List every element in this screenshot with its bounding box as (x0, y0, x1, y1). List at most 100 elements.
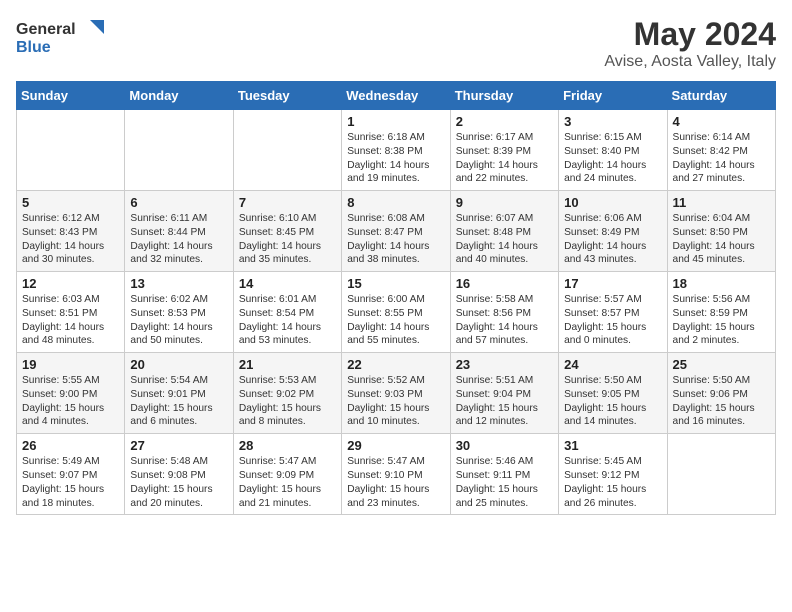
calendar-cell (667, 434, 775, 515)
day-number: 22 (347, 357, 444, 372)
calendar-cell (125, 110, 233, 191)
day-info: Sunrise: 6:02 AMSunset: 8:53 PMDaylight:… (130, 293, 227, 348)
day-info: Sunrise: 5:45 AMSunset: 9:12 PMDaylight:… (564, 455, 661, 510)
day-info: Sunrise: 6:17 AMSunset: 8:39 PMDaylight:… (456, 131, 553, 186)
day-number: 26 (22, 438, 119, 453)
logo-icon: General Blue (16, 16, 106, 60)
day-number: 9 (456, 195, 553, 210)
week-row-5: 26 Sunrise: 5:49 AMSunset: 9:07 PMDayligh… (17, 434, 776, 515)
calendar-cell: 29 Sunrise: 5:47 AMSunset: 9:10 PMDayligh… (342, 434, 450, 515)
day-number: 21 (239, 357, 336, 372)
day-info: Sunrise: 5:54 AMSunset: 9:01 PMDaylight:… (130, 374, 227, 429)
calendar-cell: 21 Sunrise: 5:53 AMSunset: 9:02 PMDayligh… (233, 353, 341, 434)
day-info: Sunrise: 5:50 AMSunset: 9:06 PMDaylight:… (673, 374, 770, 429)
day-info: Sunrise: 6:04 AMSunset: 8:50 PMDaylight:… (673, 212, 770, 267)
day-info: Sunrise: 5:47 AMSunset: 9:10 PMDaylight:… (347, 455, 444, 510)
day-info: Sunrise: 5:56 AMSunset: 8:59 PMDaylight:… (673, 293, 770, 348)
calendar-cell (17, 110, 125, 191)
day-info: Sunrise: 6:12 AMSunset: 8:43 PMDaylight:… (22, 212, 119, 267)
day-info: Sunrise: 5:53 AMSunset: 9:02 PMDaylight:… (239, 374, 336, 429)
calendar-cell: 13Sunrise: 6:02 AMSunset: 8:53 PMDayligh… (125, 272, 233, 353)
calendar-cell: 14 Sunrise: 6:01 AMSunset: 8:54 PMDayligh… (233, 272, 341, 353)
day-number: 14 (239, 276, 336, 291)
calendar-cell: 7 Sunrise: 6:10 AMSunset: 8:45 PMDaylight… (233, 191, 341, 272)
day-number: 7 (239, 195, 336, 210)
calendar-cell: 16 Sunrise: 5:58 AMSunset: 8:56 PMDayligh… (450, 272, 558, 353)
day-header-sunday: Sunday (17, 82, 125, 110)
calendar-cell: 22Sunrise: 5:52 AMSunset: 9:03 PMDayligh… (342, 353, 450, 434)
logo: General Blue (16, 16, 106, 65)
calendar-cell (233, 110, 341, 191)
day-info: Sunrise: 5:47 AMSunset: 9:09 PMDaylight:… (239, 455, 336, 510)
calendar-cell: 8 Sunrise: 6:08 AMSunset: 8:47 PMDaylight… (342, 191, 450, 272)
day-header-thursday: Thursday (450, 82, 558, 110)
day-number: 6 (130, 195, 227, 210)
day-number: 25 (673, 357, 770, 372)
day-number: 11 (673, 195, 770, 210)
svg-text:Blue: Blue (16, 39, 51, 56)
calendar-cell: 23Sunrise: 5:51 AMSunset: 9:04 PMDayligh… (450, 353, 558, 434)
calendar-header-row: SundayMondayTuesdayWednesdayThursdayFrid… (17, 82, 776, 110)
day-info: Sunrise: 6:08 AMSunset: 8:47 PMDaylight:… (347, 212, 444, 267)
day-info: Sunrise: 6:15 AMSunset: 8:40 PMDaylight:… (564, 131, 661, 186)
calendar-cell: 15 Sunrise: 6:00 AMSunset: 8:55 PMDayligh… (342, 272, 450, 353)
day-number: 31 (564, 438, 661, 453)
calendar-cell: 5Sunrise: 6:12 AMSunset: 8:43 PMDaylight… (17, 191, 125, 272)
calendar-cell: 11 Sunrise: 6:04 AMSunset: 8:50 PMDayligh… (667, 191, 775, 272)
calendar-cell: 9 Sunrise: 6:07 AMSunset: 8:48 PMDaylight… (450, 191, 558, 272)
page: General Blue May 2024 Avise, Aosta Valle… (0, 0, 792, 612)
calendar-cell: 28Sunrise: 5:47 AMSunset: 9:09 PMDayligh… (233, 434, 341, 515)
svg-text:General: General (16, 21, 76, 38)
day-info: Sunrise: 5:48 AMSunset: 9:08 PMDaylight:… (130, 455, 227, 510)
week-row-2: 5Sunrise: 6:12 AMSunset: 8:43 PMDaylight… (17, 191, 776, 272)
calendar-cell: 4Sunrise: 6:14 AMSunset: 8:42 PMDaylight… (667, 110, 775, 191)
day-info: Sunrise: 6:03 AMSunset: 8:51 PMDaylight:… (22, 293, 119, 348)
calendar-cell: 25 Sunrise: 5:50 AMSunset: 9:06 PMDayligh… (667, 353, 775, 434)
calendar-cell: 31 Sunrise: 5:45 AMSunset: 9:12 PMDayligh… (559, 434, 667, 515)
day-number: 20 (130, 357, 227, 372)
day-number: 8 (347, 195, 444, 210)
day-info: Sunrise: 5:49 AMSunset: 9:07 PMDaylight:… (22, 455, 119, 510)
day-number: 12 (22, 276, 119, 291)
day-number: 30 (456, 438, 553, 453)
header: General Blue May 2024 Avise, Aosta Valle… (16, 16, 776, 71)
day-info: Sunrise: 5:46 AMSunset: 9:11 PMDaylight:… (456, 455, 553, 510)
day-info: Sunrise: 6:11 AMSunset: 8:44 PMDaylight:… (130, 212, 227, 267)
day-header-wednesday: Wednesday (342, 82, 450, 110)
day-info: Sunrise: 6:00 AMSunset: 8:55 PMDaylight:… (347, 293, 444, 348)
title-section: May 2024 Avise, Aosta Valley, Italy (604, 16, 776, 71)
day-number: 16 (456, 276, 553, 291)
calendar-cell: 17 Sunrise: 5:57 AMSunset: 8:57 PMDayligh… (559, 272, 667, 353)
calendar-cell: 27Sunrise: 5:48 AMSunset: 9:08 PMDayligh… (125, 434, 233, 515)
calendar-cell: 6 Sunrise: 6:11 AMSunset: 8:44 PMDaylight… (125, 191, 233, 272)
day-info: Sunrise: 5:57 AMSunset: 8:57 PMDaylight:… (564, 293, 661, 348)
day-number: 10 (564, 195, 661, 210)
day-info: Sunrise: 6:01 AMSunset: 8:54 PMDaylight:… (239, 293, 336, 348)
day-number: 24 (564, 357, 661, 372)
day-info: Sunrise: 5:51 AMSunset: 9:04 PMDaylight:… (456, 374, 553, 429)
calendar-cell: 20 Sunrise: 5:54 AMSunset: 9:01 PMDayligh… (125, 353, 233, 434)
day-header-monday: Monday (125, 82, 233, 110)
day-header-tuesday: Tuesday (233, 82, 341, 110)
day-number: 3 (564, 114, 661, 129)
day-info: Sunrise: 6:06 AMSunset: 8:49 PMDaylight:… (564, 212, 661, 267)
calendar-cell: 24Sunrise: 5:50 AMSunset: 9:05 PMDayligh… (559, 353, 667, 434)
day-number: 1 (347, 114, 444, 129)
logo-text: General Blue (16, 16, 106, 65)
subtitle: Avise, Aosta Valley, Italy (604, 53, 776, 71)
day-number: 29 (347, 438, 444, 453)
calendar-cell: 2 Sunrise: 6:17 AMSunset: 8:39 PMDaylight… (450, 110, 558, 191)
day-number: 17 (564, 276, 661, 291)
day-info: Sunrise: 6:07 AMSunset: 8:48 PMDaylight:… (456, 212, 553, 267)
day-number: 15 (347, 276, 444, 291)
day-info: Sunrise: 6:10 AMSunset: 8:45 PMDaylight:… (239, 212, 336, 267)
day-info: Sunrise: 5:55 AMSunset: 9:00 PMDaylight:… (22, 374, 119, 429)
week-row-1: 1Sunrise: 6:18 AMSunset: 8:38 PMDaylight… (17, 110, 776, 191)
calendar-cell: 12 Sunrise: 6:03 AMSunset: 8:51 PMDayligh… (17, 272, 125, 353)
day-number: 2 (456, 114, 553, 129)
day-info: Sunrise: 6:14 AMSunset: 8:42 PMDaylight:… (673, 131, 770, 186)
day-info: Sunrise: 5:58 AMSunset: 8:56 PMDaylight:… (456, 293, 553, 348)
day-number: 18 (673, 276, 770, 291)
day-header-friday: Friday (559, 82, 667, 110)
calendar-table: SundayMondayTuesdayWednesdayThursdayFrid… (16, 81, 776, 515)
